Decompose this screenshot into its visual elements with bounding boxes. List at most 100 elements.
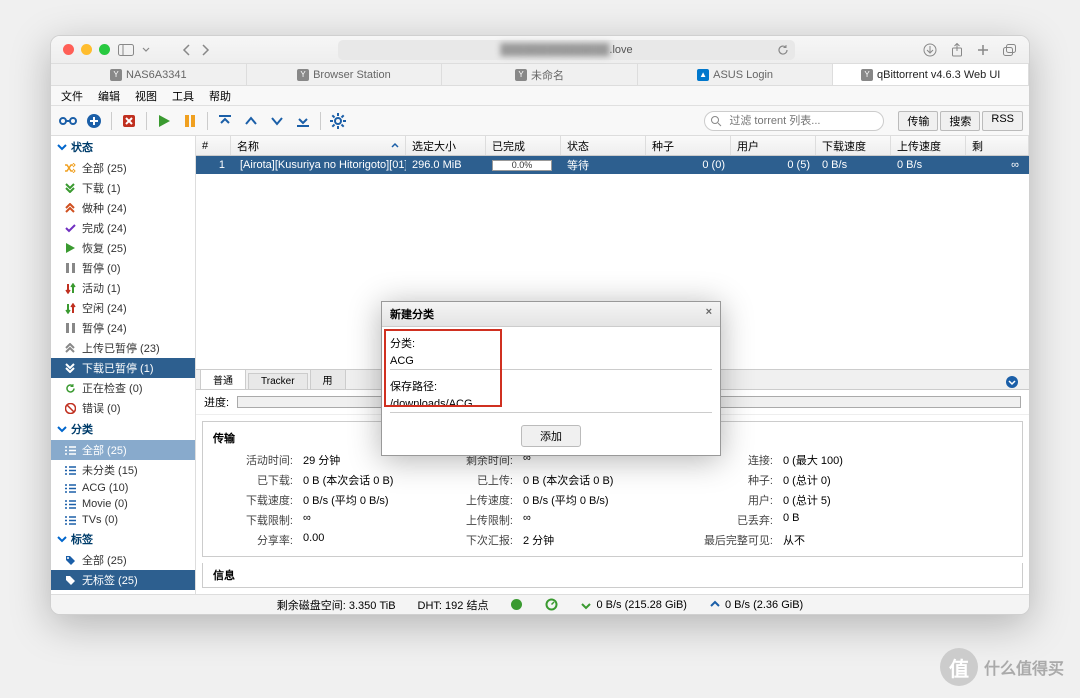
sidebar-item[interactable]: 空闲 (24) [51,298,195,318]
tab-search[interactable]: 搜索 [940,111,980,131]
tab-qbittorrent[interactable]: YqBittorrent v4.6.3 Web UI [833,64,1029,85]
resume-icon[interactable] [153,110,175,132]
add-button[interactable]: 添加 [521,425,581,447]
back-icon[interactable] [182,44,192,56]
zoom-icon[interactable] [99,44,110,55]
col-seeds[interactable]: 种子 [646,136,731,155]
download-icon[interactable] [923,43,937,57]
col-dlspeed[interactable]: 下载速度 [816,136,891,155]
tab-asus[interactable]: ▲ASUS Login [638,64,834,85]
add-torrent-icon[interactable] [83,110,105,132]
col-num[interactable]: # [196,136,231,155]
status-dl: 0 B/s (215.28 GiB) [596,599,687,611]
col-ulspeed[interactable]: 上传速度 [891,136,966,155]
sidebar-item-label: 暂停 (0) [82,260,121,276]
sidebar-item[interactable]: 错误 (0) [51,398,195,418]
close-icon[interactable] [63,44,74,55]
tabs-icon[interactable] [1003,44,1017,56]
col-done[interactable]: 已完成 [486,136,561,155]
new-tab-icon[interactable] [977,44,989,56]
sidebar-item[interactable]: ACG (10) [51,480,195,496]
reload-icon[interactable] [777,44,789,56]
sidebar-tags-header[interactable]: 标签 [51,528,195,550]
progress-label: 进度: [204,394,229,410]
minimize-icon[interactable] [81,44,92,55]
sidebar-item[interactable]: 恢复 (25) [51,238,195,258]
sidebar-item[interactable]: 无标签 (25) [51,570,195,590]
add-link-icon[interactable] [57,110,79,132]
sidebar-item[interactable]: 做种 (24) [51,198,195,218]
transfer-label: 活动时间: [213,452,293,468]
detail-tab-tracker[interactable]: Tracker [248,373,308,389]
torrent-row[interactable]: 1 [Airota][Kusuriya no Hitorigoto][01]..… [196,156,1029,174]
sidebar-item-label: Movie (0) [82,498,128,510]
delete-icon[interactable] [118,110,140,132]
save-path-input[interactable] [390,396,712,413]
sidebar-item[interactable]: 上传已暂停 (23) [51,338,195,358]
sidebar-item[interactable]: TVs (0) [51,512,195,528]
menu-tools[interactable]: 工具 [172,88,194,104]
globe-icon[interactable] [510,598,523,611]
sidebar-item[interactable]: 正在检查 (0) [51,378,195,398]
sidebar-item[interactable]: 暂停 (0) [51,258,195,278]
sidebar-item[interactable]: 暂停 (24) [51,318,195,338]
list-icon [63,484,77,493]
statusbar: 剩余磁盘空间: 3.350 TiB DHT: 192 结点 0 B/s (215… [51,594,1029,614]
search-input[interactable] [704,111,884,131]
search-icon [710,115,722,127]
transfer-value: 2 分钟 [523,532,663,548]
sidebar-item-label: 空闲 (24) [82,300,127,316]
sidebar-item[interactable]: 全部 (25) [51,550,195,570]
status-disk: 剩余磁盘空间: 3.350 TiB [277,597,396,613]
menu-edit[interactable]: 编辑 [98,88,120,104]
sidebar-icon[interactable] [118,44,134,56]
tab-rss[interactable]: RSS [982,111,1023,131]
sidebar-item[interactable]: 活动 (1) [51,278,195,298]
detail-tab-general[interactable]: 普通 [200,369,246,389]
menu-help[interactable]: 帮助 [209,88,231,104]
menu-view[interactable]: 视图 [135,88,157,104]
category-label: 分类: [390,335,712,351]
close-icon[interactable]: × [706,306,712,322]
col-remaining[interactable]: 剩 [966,136,1029,155]
qb-menubar: 文件 编辑 视图 工具 帮助 [51,86,1029,106]
speed-limit-icon[interactable] [545,598,558,611]
menu-file[interactable]: 文件 [61,88,83,104]
sidebar-category-header[interactable]: 分类 [51,418,195,440]
sidebar-item[interactable]: 下载 (1) [51,178,195,198]
tab-transfer[interactable]: 传输 [898,111,938,131]
settings-icon[interactable] [327,110,349,132]
chevron-down-icon[interactable] [142,46,150,54]
transfer-value: 0 B [783,512,883,528]
sidebar-item-label: 正在检查 (0) [82,380,143,396]
sidebar-status-header[interactable]: 状态 [51,136,195,158]
watermark-icon: 值 [940,648,978,686]
move-up-icon[interactable] [240,110,262,132]
pause-icon[interactable] [179,110,201,132]
sidebar-item[interactable]: 全部 (25) [51,440,195,460]
new-category-dialog: 新建分类 × 分类: 保存路径: 添加 [381,301,721,456]
sidebar-item[interactable]: 全部 (25) [51,158,195,178]
category-input[interactable] [390,353,712,370]
col-peers[interactable]: 用户 [731,136,816,155]
sidebar-item[interactable]: Movie (0) [51,496,195,512]
share-icon[interactable] [951,43,963,57]
move-top-icon[interactable] [214,110,236,132]
sidebar-item[interactable]: 下载已暂停 (1) [51,358,195,378]
sidebar-item[interactable]: 完成 (24) [51,218,195,238]
tab-untitled[interactable]: Y未命名 [442,64,638,85]
tab-browser-station[interactable]: YBrowser Station [247,64,443,85]
detail-tab-peers[interactable]: 用 [310,369,346,389]
col-size[interactable]: 选定大小 [406,136,486,155]
col-state[interactable]: 状态 [561,136,646,155]
tab-nas[interactable]: YNAS6A3341 [51,64,247,85]
collapse-icon[interactable] [1005,375,1019,389]
forward-icon[interactable] [200,44,210,56]
move-down-icon[interactable] [266,110,288,132]
url-bar[interactable]: ██████████████ .love [338,40,795,60]
move-bottom-icon[interactable] [292,110,314,132]
sidebar-item[interactable]: 未分类 (15) [51,460,195,480]
col-name[interactable]: 名称 [231,136,406,155]
list-icon [63,516,77,525]
down-double-icon [63,183,77,193]
